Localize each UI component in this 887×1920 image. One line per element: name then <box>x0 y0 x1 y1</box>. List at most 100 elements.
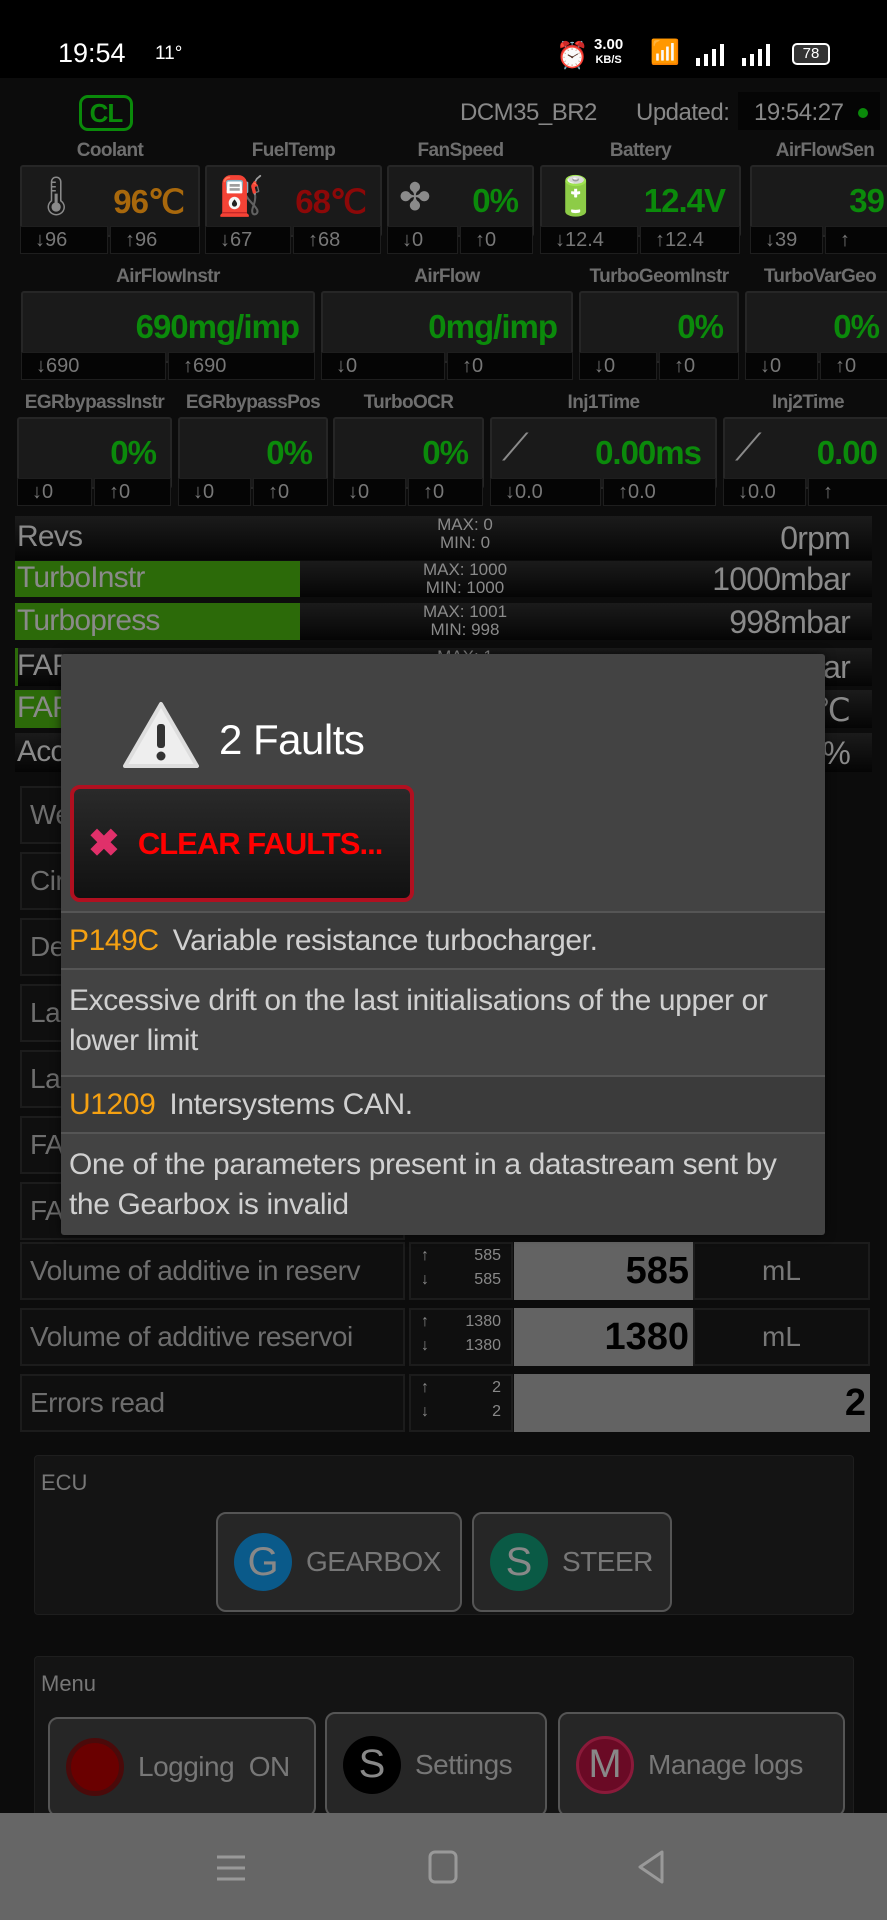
gauge-max: ↑0 <box>253 478 328 506</box>
bar-label: Revs <box>17 520 83 553</box>
back-icon[interactable] <box>636 1850 666 1884</box>
clear-x-icon: ✖ <box>88 823 120 865</box>
bar-min: MIN: 1000 <box>425 578 505 597</box>
status-bar: 19:54 11° ⏰ 3.00 KB/S 📶 78 <box>0 0 887 78</box>
manage-logs-button[interactable]: M Manage logs <box>558 1712 845 1817</box>
gauge-label: Inj2Time <box>772 392 845 413</box>
bar-min: MIN: 0 <box>439 533 491 552</box>
clear-faults-button[interactable]: ✖ CLEAR FAULTS... <box>70 785 414 902</box>
param-row[interactable]: Volume of additive reservoi ↑ 1380 ↓ 1380 138… <box>20 1308 870 1366</box>
bar-value: 998mbar <box>729 603 851 640</box>
param-minmax: ↑ 2 ↓ 2 <box>409 1374 513 1432</box>
bar-max: MAX: 0 <box>437 516 493 534</box>
param-label: Volume of additive in reserv <box>20 1242 405 1300</box>
param-max-value: 2 <box>492 1379 501 1396</box>
arrow-down-icon: ↓ <box>421 1271 429 1288</box>
logging-button[interactable]: Logging ON <box>48 1717 316 1817</box>
gauge-value: 0% <box>110 434 157 471</box>
bar-minmax: MAX: 1001 MIN: 998 <box>375 603 555 639</box>
param-max: ↑ 2 <box>411 1376 511 1400</box>
gauge-max: ↑ <box>808 478 887 506</box>
injector-icon: ⟋ <box>735 427 762 469</box>
arrow-up-icon: ↑ <box>421 1247 429 1264</box>
gauge-max: ↑ <box>825 226 887 254</box>
param-row[interactable]: Errors read ↑ 2 ↓ 2 2 <box>20 1374 870 1432</box>
gauge-value: 0% <box>677 308 724 345</box>
param-unit: mL <box>693 1242 870 1300</box>
home-icon[interactable] <box>428 1850 458 1884</box>
wifi-icon: 📶 <box>650 39 680 66</box>
bar-row-turboinstr[interactable]: TurboInstr MAX: 1000 MIN: 1000 1000mbar <box>15 561 872 597</box>
gauge-label: Battery <box>609 140 672 161</box>
steer-button[interactable]: S STEER <box>472 1512 672 1612</box>
gauge-max: ↑0 <box>408 478 483 506</box>
bar-min: MIN: 998 <box>430 620 500 639</box>
gauge-min: ↓67 <box>205 226 291 254</box>
bar-value: 1000mbar <box>712 561 851 597</box>
settings-button[interactable]: S Settings <box>325 1712 547 1817</box>
param-unit: mL <box>693 1308 870 1366</box>
param-row[interactable]: Volume of additive in reserv ↑ 585 ↓ 585 585 m… <box>20 1242 870 1300</box>
gearbox-button[interactable]: G GEARBOX <box>216 1512 462 1612</box>
ecu-panel: ECU G GEARBOX S STEER <box>34 1455 854 1615</box>
settings-icon: S <box>343 1735 401 1794</box>
fault-header[interactable]: P149C Variable resistance turbocharger. <box>61 911 825 970</box>
gauge-min: ↓0 <box>17 478 92 506</box>
param-min: ↓ 1380 <box>411 1334 511 1358</box>
gauge-max: ↑12.4 <box>640 226 740 254</box>
param-max-value: 585 <box>474 1247 501 1264</box>
bar-row-turbopress[interactable]: Turbopress MAX: 1001 MIN: 998 998mbar <box>15 603 872 640</box>
bar-max: MAX: 1000 <box>422 561 508 579</box>
bar-label: TurboInstr <box>17 561 145 594</box>
fault-header[interactable]: U1209 Intersystems CAN. <box>61 1075 825 1134</box>
gauge-label: TurboGeomInstr <box>589 266 729 287</box>
gauge-min: ↓0 <box>387 226 458 254</box>
fan-icon: ✤ <box>399 177 431 219</box>
bar-row-revs[interactable]: Revs MAX: 0 MIN: 0 0rpm <box>15 516 872 560</box>
param-min: ↓ 585 <box>411 1268 511 1292</box>
param-label: Volume of additive reservoi <box>20 1308 405 1366</box>
gauge-min: ↓12.4 <box>540 226 638 254</box>
gauge-max: ↑0 <box>447 352 573 380</box>
bar-max: MAX: 1001 <box>422 603 508 621</box>
ecu-title: ECU <box>41 1470 88 1495</box>
gauge-value: 0% <box>833 308 880 345</box>
connection-dot <box>858 108 868 118</box>
cl-logo[interactable]: CL <box>79 95 133 131</box>
gauge-min: ↓0 <box>178 478 251 506</box>
arrow-up-icon: ↑ <box>421 1313 429 1330</box>
record-icon <box>66 1738 124 1796</box>
arrow-down-icon: ↓ <box>421 1337 429 1354</box>
gearbox-icon: G <box>234 1533 292 1591</box>
updated-label: Updated: <box>636 99 730 126</box>
gauge-max: ↑0 <box>659 352 739 380</box>
gauge-min: ↓0.0 <box>723 478 806 506</box>
steer-icon: S <box>490 1533 548 1591</box>
fault-name: Variable resistance turbocharger. <box>172 924 598 957</box>
gauge-max: ↑690 <box>168 352 315 380</box>
gauge-label: TurboVarGeo <box>763 266 877 287</box>
gauge-label: EGRbypassInstr <box>24 392 165 413</box>
recents-icon[interactable] <box>215 1853 247 1883</box>
gauge-value: 0.00 <box>816 434 878 471</box>
gauge-label: EGRbypassPos <box>185 392 321 413</box>
gauge-label: TurboOCR <box>363 392 454 413</box>
gauge-min: ↓0 <box>579 352 657 380</box>
network-speed: 3.00 KB/S <box>594 36 624 66</box>
param-min-value: 2 <box>492 1403 501 1420</box>
gearbox-label: GEARBOX <box>306 1546 441 1577</box>
gauge-value: 0mg/imp <box>428 308 558 345</box>
gauge-label: AirFlow <box>414 266 480 287</box>
arrow-up-icon: ↑ <box>421 1379 429 1396</box>
gauge-label: Coolant <box>76 140 144 161</box>
bar-minmax: MAX: 0 MIN: 0 <box>375 516 555 552</box>
gauge-value: 0% <box>266 434 313 471</box>
gauge-value: 0% <box>422 434 469 471</box>
param-value: 585 <box>514 1242 693 1300</box>
signal-icon <box>694 44 724 66</box>
menu-panel: Menu Logging ON S Settings M Manage logs <box>34 1656 854 1817</box>
arrow-down-icon: ↓ <box>421 1403 429 1420</box>
settings-label: Settings <box>415 1748 513 1780</box>
clear-faults-label: CLEAR FAULTS... <box>137 825 383 861</box>
weather-temperature: 11° <box>155 43 183 64</box>
